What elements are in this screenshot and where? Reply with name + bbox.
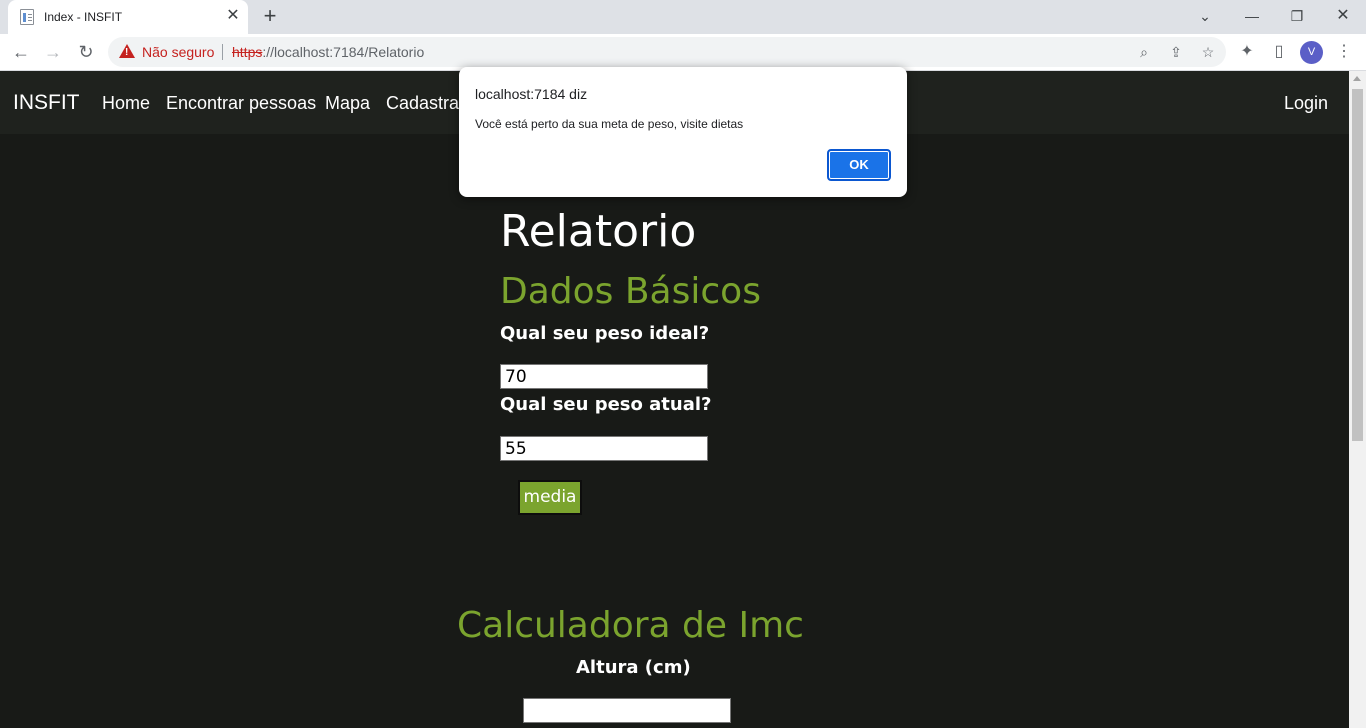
imc-calculator-heading: Calculadora de Imc	[457, 605, 804, 646]
side-panel-icon[interactable]: ▯	[1267, 40, 1291, 64]
media-button[interactable]: media	[518, 480, 582, 515]
profile-avatar[interactable]: V	[1300, 41, 1323, 64]
tab-search-icon[interactable]: ⌄	[1191, 4, 1219, 28]
page-scrollbar[interactable]	[1349, 71, 1366, 728]
scroll-thumb[interactable]	[1352, 89, 1363, 441]
bookmark-star-icon[interactable]: ☆	[1198, 42, 1218, 62]
url-text[interactable]: https://localhost:7184/Relatorio	[232, 44, 424, 60]
close-window-icon[interactable]: ✕	[1329, 4, 1357, 28]
page-title: Relatorio	[500, 206, 697, 257]
current-weight-input[interactable]	[500, 436, 708, 461]
tab-strip: Index - INSFIT ✕ + ⌄ — ❐ ✕	[0, 0, 1366, 34]
height-input[interactable]	[523, 698, 731, 723]
nav-register[interactable]: Cadastrar	[386, 93, 465, 114]
browser-tab[interactable]: Index - INSFIT ✕	[8, 0, 248, 34]
share-icon[interactable]: ⇪	[1166, 42, 1186, 62]
security-label[interactable]: Não seguro	[142, 44, 214, 60]
url-scheme: https	[232, 44, 263, 60]
page-content: Relatorio Dados Básicos Qual seu peso id…	[0, 134, 1349, 728]
extensions-icon[interactable]: ✦	[1235, 40, 1259, 64]
divider	[222, 44, 223, 60]
nav-find-people[interactable]: Encontrar pessoas	[166, 93, 316, 114]
warning-icon: !	[119, 44, 135, 58]
minimize-icon[interactable]: —	[1238, 4, 1266, 28]
browser-toolbar: ← → ↻ ! Não seguro https://localhost:718…	[0, 34, 1366, 71]
close-tab-icon[interactable]: ✕	[224, 7, 242, 25]
url-rest: ://localhost:7184/Relatorio	[262, 44, 425, 60]
nav-login[interactable]: Login	[1284, 93, 1328, 114]
nav-map[interactable]: Mapa	[325, 93, 370, 114]
menu-icon[interactable]: ⋮	[1332, 40, 1356, 64]
nav-home[interactable]: Home	[102, 93, 150, 114]
alert-dialog: localhost:7184 diz Você está perto da su…	[459, 67, 907, 197]
restore-icon[interactable]: ❐	[1283, 4, 1311, 28]
reload-icon[interactable]: ↻	[74, 40, 98, 64]
address-bar[interactable]: ! Não seguro https://localhost:7184/Rela…	[108, 37, 1226, 67]
ideal-weight-label: Qual seu peso ideal?	[500, 323, 710, 344]
new-tab-button[interactable]: +	[258, 4, 282, 28]
back-icon[interactable]: ←	[9, 40, 33, 64]
alert-message: Você está perto da sua meta de peso, vis…	[475, 117, 744, 131]
forward-icon[interactable]: →	[41, 40, 65, 64]
page-favicon-icon	[20, 9, 34, 25]
zoom-icon[interactable]: ⌕	[1134, 42, 1154, 62]
alert-ok-button[interactable]: OK	[827, 149, 891, 181]
alert-origin: localhost:7184 diz	[475, 86, 588, 102]
basic-data-heading: Dados Básicos	[500, 271, 761, 312]
current-weight-label: Qual seu peso atual?	[500, 394, 712, 415]
site-brand[interactable]: INSFIT	[13, 91, 80, 115]
ideal-weight-input[interactable]	[500, 364, 708, 389]
scroll-up-icon[interactable]	[1353, 76, 1361, 81]
height-label: Altura (cm)	[576, 657, 691, 678]
tab-title: Index - INSFIT	[44, 10, 123, 24]
